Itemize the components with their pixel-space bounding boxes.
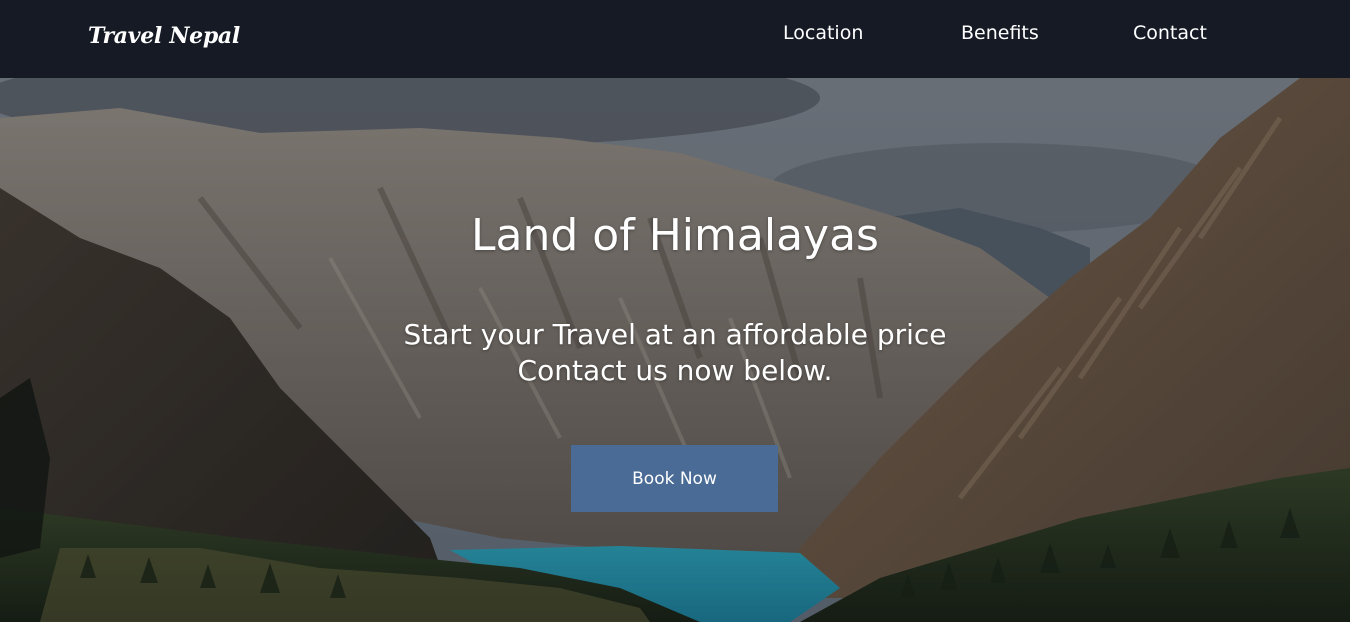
hero-subtitle-line-1: Start your Travel at an affordable price: [403, 318, 947, 351]
navbar: Travel Nepal Location Benefits Contact: [0, 0, 1350, 78]
page: Travel Nepal Location Benefits Contact L…: [0, 0, 1350, 622]
hero-subtitle-line-2: Contact us now below.: [517, 354, 833, 387]
hero-section: Land of Himalayas Start your Travel at a…: [0, 78, 1350, 622]
brand-logo[interactable]: Travel Nepal: [88, 16, 240, 56]
nav-link-benefits[interactable]: Benefits: [961, 18, 1039, 48]
nav-link-location[interactable]: Location: [783, 18, 863, 48]
nav-link-contact[interactable]: Contact: [1133, 18, 1207, 48]
hero-title: Land of Himalayas: [471, 210, 879, 261]
book-now-button[interactable]: Book Now: [571, 445, 778, 512]
hero-subtitle: Start your Travel at an affordable price…: [0, 317, 1350, 389]
